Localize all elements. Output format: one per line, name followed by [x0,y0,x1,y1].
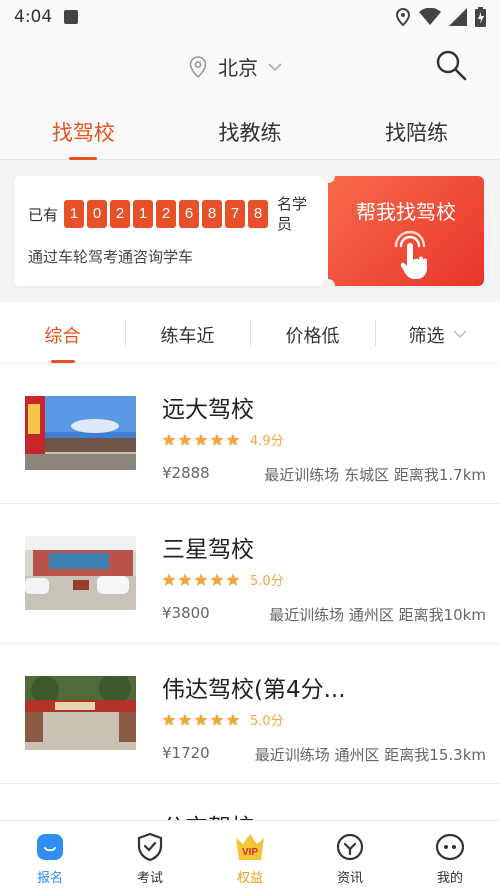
star-icon [162,433,176,446]
count-digit: 8 [202,200,223,228]
school-price: ¥2888 [162,464,210,482]
count-digit: 0 [87,200,108,228]
student-count: 已有 1 0 2 1 2 6 8 7 8 名学员 [28,194,311,234]
nav-exam[interactable]: 考试 [100,821,200,888]
city-label: 北京 [218,56,258,80]
count-digit: 8 [248,200,269,228]
star-icon [162,713,176,726]
school-location: 最近训练场 东城区 距离我1.7km [264,466,486,484]
nav-profile-label: 我的 [436,871,463,886]
chevron-down-icon [452,330,467,339]
star-icon [178,713,192,726]
star-icon [178,573,192,586]
chevron-down-icon [268,62,282,71]
count-digit: 6 [179,200,200,228]
star-icon [194,573,208,586]
nav-exam-label: 考试 [136,871,163,886]
filter-more[interactable]: 筛选 [375,302,500,363]
svg-text:VIP: VIP [242,847,258,858]
tab-find-sparring[interactable]: 找陪练 [333,100,500,159]
status-time: 4:04 [14,7,53,27]
rating-score: 4.9分 [250,434,284,449]
nav-signup[interactable]: 报名 [0,821,100,888]
nav-benefits-label: 权益 [236,871,263,886]
count-digit: 7 [225,200,246,228]
news-icon [336,833,364,861]
star-icon [210,573,224,586]
star-icon [226,713,240,726]
school-photo [25,676,136,750]
city-selector[interactable]: 北京 [188,52,282,81]
school-list-item[interactable]: 公交驾校 [0,784,500,820]
filter-more-label: 筛选 [408,326,445,347]
filter-price-low[interactable]: 价格低 [250,302,375,363]
count-digit: 2 [110,200,131,228]
find-school-for-me-button[interactable]: 帮我找驾校 [321,169,484,293]
star-icon [226,573,240,586]
school-price: ¥3800 [162,604,210,622]
school-location: 最近训练场 通州区 距离我15.3km [254,746,486,764]
signal-icon [449,8,467,26]
school-location: 最近训练场 通州区 距离我10km [269,606,486,624]
school-photo [25,536,136,610]
location-pin-icon [189,55,207,78]
signup-icon [37,834,63,860]
star-icon [194,713,208,726]
count-suffix: 名学员 [277,195,308,233]
school-name: 远大驾校 [162,397,254,423]
exam-shield-icon [137,832,163,862]
notification-icon [64,10,79,24]
search-icon[interactable] [434,48,468,82]
school-name: 公交驾校 [162,808,254,820]
nav-news-label: 资讯 [336,871,363,886]
nav-benefits[interactable]: VIP 权益 [200,821,300,888]
location-status-icon [395,8,411,26]
top-tabs: 找驾校 找教练 找陪练 [0,100,500,160]
school-price: ¥1720 [162,744,210,762]
rating-stars: 4.9分 [162,430,284,449]
filter-overall[interactable]: 综合 [0,302,125,363]
count-prefix: 已有 [28,205,59,224]
count-digit: 1 [133,200,154,228]
school-list-item[interactable]: 三星驾校 5.0分 ¥3800 最近训练场 通州区 距离我10km [0,504,500,644]
banner-subtitle: 通过车轮驾考通咨询学车 [28,248,194,266]
status-bar: 4:04 [0,0,500,34]
battery-icon [475,7,486,27]
nav-signup-label: 报名 [36,871,63,886]
star-icon [210,713,224,726]
nav-profile[interactable]: 我的 [400,821,500,888]
star-icon [194,433,208,446]
school-name: 三星驾校 [162,537,254,563]
star-icon [226,433,240,446]
wifi-icon [419,8,441,25]
rating-stars: 5.0分 [162,710,284,729]
school-photo [25,396,136,470]
rating-stars: 5.0分 [162,570,284,589]
school-name: 伟达驾校(第4分... [162,677,346,703]
bottom-nav: 报名 考试 VIP 权益 资讯 我的 [0,820,500,888]
star-icon [178,433,192,446]
count-digit: 2 [156,200,177,228]
vip-crown-icon: VIP [236,834,264,860]
filter-nearby[interactable]: 练车近 [125,302,250,363]
promo-banner: 已有 1 0 2 1 2 6 8 7 8 名学员 通过车轮驾考通咨询学车 帮我找… [14,169,484,293]
school-list: 远大驾校 4.9分 ¥2888 最近训练场 东城区 距离我1.7km 三星驾校 [0,364,500,820]
filter-bar: 综合 练车近 价格低 筛选 [0,302,500,364]
school-list-item[interactable]: 远大驾校 4.9分 ¥2888 最近训练场 东城区 距离我1.7km [0,364,500,504]
header: 北京 [0,34,500,100]
rating-score: 5.0分 [250,714,284,729]
school-list-item[interactable]: 伟达驾校(第4分... 5.0分 ¥1720 最近训练场 通州区 距离我15.3… [0,644,500,784]
star-icon [210,433,224,446]
ticket-notch [321,169,335,183]
rating-score: 5.0分 [250,574,284,589]
nav-news[interactable]: 资讯 [300,821,400,888]
count-digit: 1 [64,200,85,228]
ticket-notch [321,279,335,293]
tap-hand-icon [394,230,427,279]
tab-find-school[interactable]: 找驾校 [0,100,167,160]
find-school-button-label: 帮我找驾校 [356,200,456,224]
tab-find-coach[interactable]: 找教练 [167,100,334,159]
star-icon [162,573,176,586]
profile-icon [435,833,465,861]
